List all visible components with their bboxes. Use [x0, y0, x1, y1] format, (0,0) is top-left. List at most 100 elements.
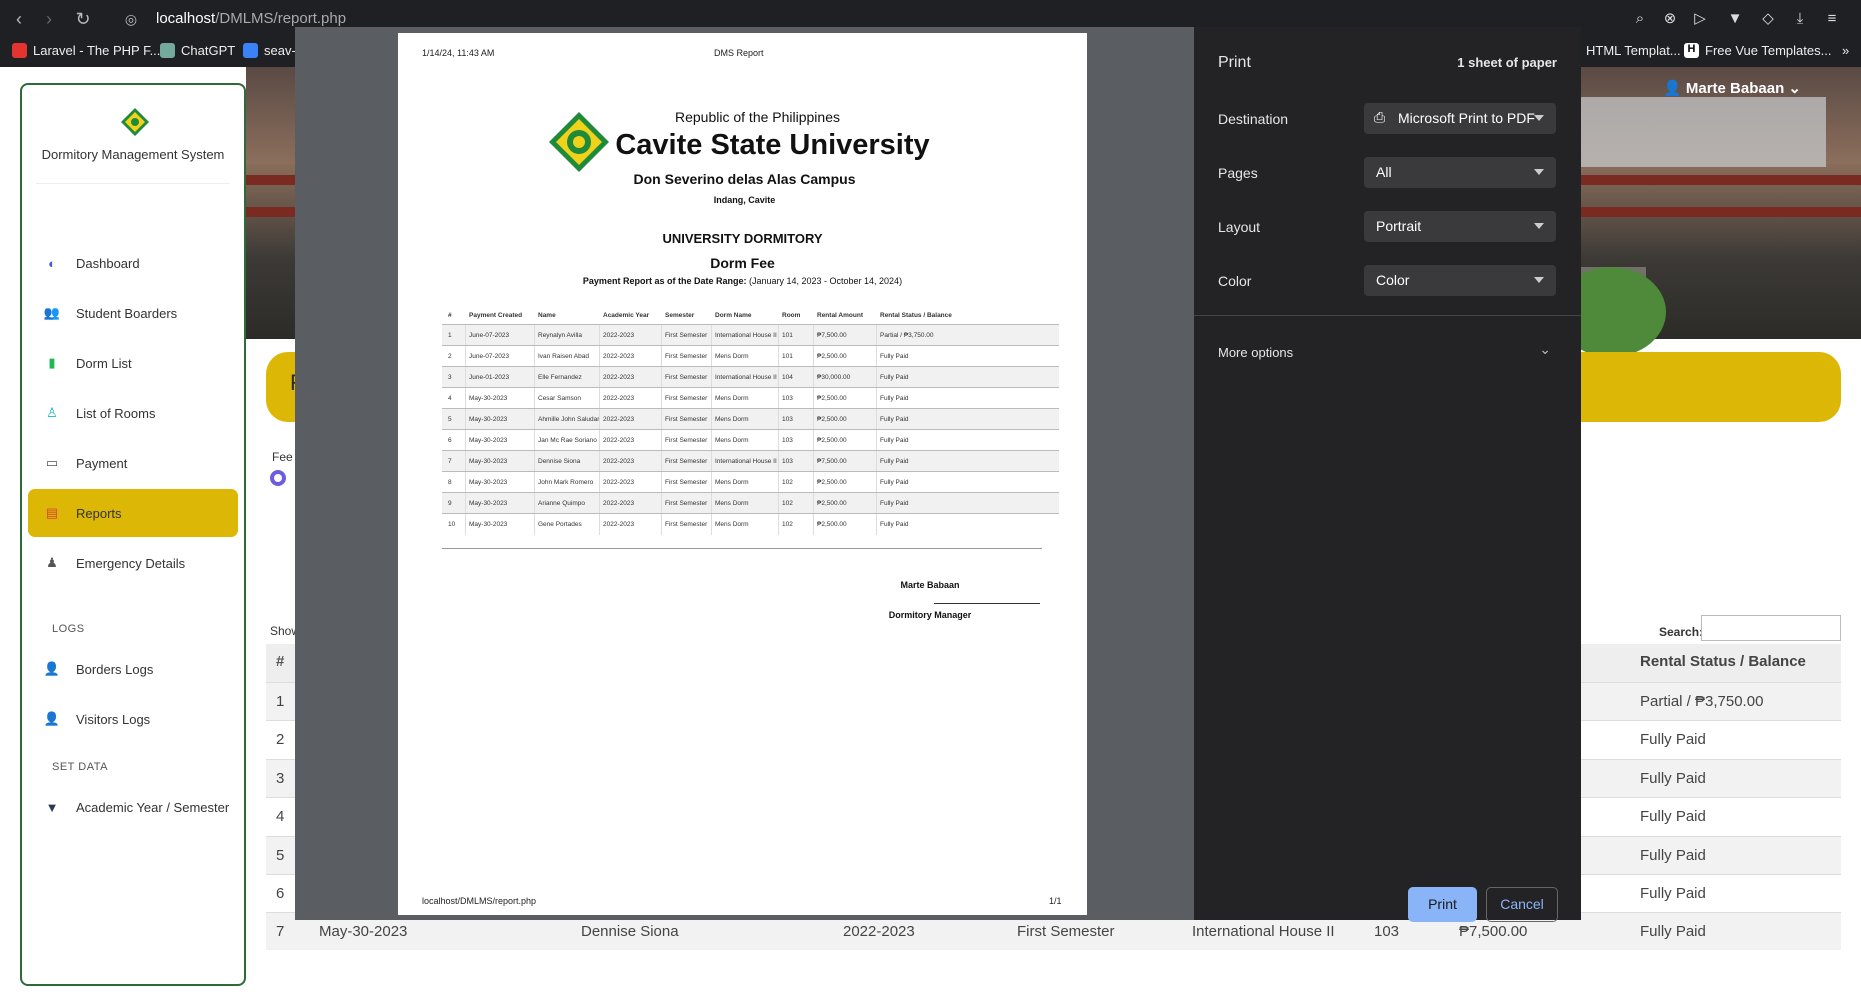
- sidebar-item-payment[interactable]: ▭ Payment: [28, 439, 238, 487]
- report-table-cell: ₱7,500.00: [817, 458, 847, 465]
- site-info-icon[interactable]: ◎: [120, 8, 142, 30]
- search-input[interactable]: [1701, 615, 1841, 641]
- print-dialog: 1/14/24, 11:43 AM DMS Report Republic of…: [295, 27, 1581, 922]
- bookmark-html-templates[interactable]: HTML Templat...: [1586, 43, 1681, 58]
- users-icon: 👥: [43, 305, 61, 320]
- report-table-cell: International House II: [715, 458, 777, 465]
- more-options-toggle[interactable]: More options: [1218, 345, 1293, 360]
- report-table-cell: 103: [782, 437, 793, 444]
- sidebar-item-student-boarders[interactable]: 👥 Student Boarders: [28, 289, 238, 337]
- report-table-cell: May-30-2023: [469, 479, 508, 486]
- person-icon: ♙: [46, 405, 58, 420]
- forward-icon[interactable]: ›: [38, 8, 60, 30]
- table-cell-status: Fully Paid: [1640, 808, 1706, 826]
- column-header-status[interactable]: Rental Status / Balance: [1640, 653, 1806, 670]
- fee-type-radio[interactable]: [270, 470, 286, 486]
- logs-section-title: LOGS: [52, 623, 85, 635]
- report-table-cell: Arianne Quimpo: [538, 500, 585, 507]
- reload-icon[interactable]: ↻: [72, 8, 94, 30]
- report-table-cell: 9: [448, 500, 452, 507]
- report-table-cell: ₱2,500.00: [817, 500, 847, 507]
- filter-icon: ▼: [45, 799, 59, 815]
- report-table-row: 5 May-30-2023 Ahmille John Saludar 2022-202…: [442, 408, 1059, 430]
- report-table-cell: ₱2,500.00: [817, 353, 847, 360]
- layout-label: Layout: [1218, 219, 1261, 235]
- report-table-cell: First Semester: [665, 458, 708, 465]
- sidebar-item-visitors-logs[interactable]: 👤 Visitors Logs: [28, 695, 238, 743]
- chevron-down-icon[interactable]: ⌄: [1539, 341, 1551, 358]
- report-table-cell: 101: [782, 353, 793, 360]
- bookmark-seav[interactable]: seav-c: [243, 43, 302, 58]
- report-table-cell: 102: [782, 479, 793, 486]
- sidebar-item-dashboard[interactable]: ◐ Dashboard: [28, 239, 238, 287]
- report-table-row: 3 June-01-2023 Elle Fernandez 2022-2023 Firs…: [442, 366, 1059, 388]
- sidebar-item-academic-year[interactable]: ▼ Academic Year / Semester: [28, 783, 238, 831]
- report-table-cell: ₱2,500.00: [817, 521, 847, 528]
- zoom-icon[interactable]: ⌕: [1630, 8, 1650, 30]
- bookmark-laravel[interactable]: Laravel - The PHP F...: [12, 43, 160, 58]
- report-table-cell: ₱2,500.00: [817, 395, 847, 402]
- table-cell-amount: ₱7,500.00: [1459, 923, 1528, 941]
- sidebar-item-emergency-details[interactable]: ♟ Emergency Details: [28, 539, 238, 587]
- menu-icon[interactable]: ≡: [1822, 8, 1842, 30]
- box-icon[interactable]: ◇: [1758, 8, 1778, 30]
- destination-label: Destination: [1218, 111, 1289, 127]
- table-cell-num: 3: [276, 769, 285, 787]
- column-header-num[interactable]: #: [276, 653, 284, 670]
- table-cell-num: 4: [276, 808, 285, 826]
- report-table-cell: 5: [448, 416, 452, 423]
- back-icon[interactable]: ‹: [8, 8, 30, 30]
- report-column-header: Room: [782, 312, 801, 319]
- report-table-cell: Fully Paid: [880, 521, 909, 528]
- report-table-cell: Mens Dorm: [715, 521, 749, 528]
- report-table-cell: Mens Dorm: [715, 500, 749, 507]
- cancel-button[interactable]: Cancel: [1486, 887, 1558, 922]
- layout-select[interactable]: Portrait: [1364, 211, 1556, 242]
- report-table-cell: May-30-2023: [469, 416, 508, 423]
- more-bookmarks-icon[interactable]: »: [1842, 43, 1849, 58]
- table-cell-num: 7: [276, 923, 285, 941]
- destination-select[interactable]: ⎙ Microsoft Print to PDF: [1364, 103, 1556, 134]
- url-path: /DMLMS/report.php: [215, 10, 347, 27]
- table-cell-num: 6: [276, 885, 285, 902]
- sidebar-item-dorm-list[interactable]: ▮ Dorm List: [28, 339, 238, 387]
- laravel-icon: [12, 43, 27, 58]
- report-table-cell: 8: [448, 479, 452, 486]
- download-icon[interactable]: ⤓: [1790, 8, 1810, 30]
- print-footer-url: localhost/DMLMS/report.php: [422, 896, 537, 906]
- report-column-header: Name: [538, 312, 556, 319]
- user-icon: ♟: [46, 555, 58, 570]
- extension-icon[interactable]: ⊗: [1660, 8, 1680, 30]
- sidebar-item-list-of-rooms[interactable]: ♙ List of Rooms: [28, 389, 238, 437]
- table-cell-sem: First Semester: [1017, 923, 1115, 941]
- table-cell-status: Fully Paid: [1640, 731, 1706, 749]
- report-table-cell: 103: [782, 458, 793, 465]
- sidebar-item-reports[interactable]: ▤ Reports: [28, 489, 238, 537]
- report-table-cell: Ahmille John Saludar: [538, 416, 600, 423]
- table-cell-status: Fully Paid: [1640, 846, 1706, 864]
- report-table-cell: 2022-2023: [603, 479, 635, 486]
- report-table-cell: First Semester: [665, 332, 708, 339]
- report-table-row: 7 May-30-2023 Dennise Siona 2022-2023 First …: [442, 450, 1059, 472]
- report-table-cell: 102: [782, 500, 793, 507]
- report-table-row: 10 May-30-2023 Gene Portades 2022-2023 First…: [442, 513, 1059, 535]
- bookmark-vue-templates[interactable]: H Free Vue Templates...: [1684, 43, 1831, 58]
- print-button[interactable]: Print: [1408, 887, 1477, 922]
- table-cell-num: 5: [276, 846, 285, 864]
- pages-select[interactable]: All: [1364, 157, 1556, 188]
- send-icon[interactable]: ▷: [1690, 8, 1710, 30]
- print-preview-page: 1/14/24, 11:43 AM DMS Report Republic of…: [398, 33, 1087, 915]
- report-table-cell: Fully Paid: [880, 437, 909, 444]
- sheet-count: 1 sheet of paper: [1457, 55, 1557, 70]
- report-table-cell: Mens Dorm: [715, 437, 749, 444]
- table-cell-status: Fully Paid: [1640, 923, 1706, 941]
- color-select[interactable]: Color: [1364, 265, 1556, 296]
- report-table-cell: 2: [448, 353, 452, 360]
- report-table-cell: Ivan Raisen Abad: [538, 353, 589, 360]
- report-table-cell: Gene Portades: [538, 521, 582, 528]
- report-table-cell: 2022-2023: [603, 521, 635, 528]
- report-table-cell: 2022-2023: [603, 374, 635, 381]
- sidebar-item-borders-logs[interactable]: 👤 Borders Logs: [28, 645, 238, 693]
- vivaldi-icon[interactable]: ▼: [1725, 8, 1745, 30]
- bookmark-chatgpt[interactable]: ChatGPT: [160, 43, 235, 58]
